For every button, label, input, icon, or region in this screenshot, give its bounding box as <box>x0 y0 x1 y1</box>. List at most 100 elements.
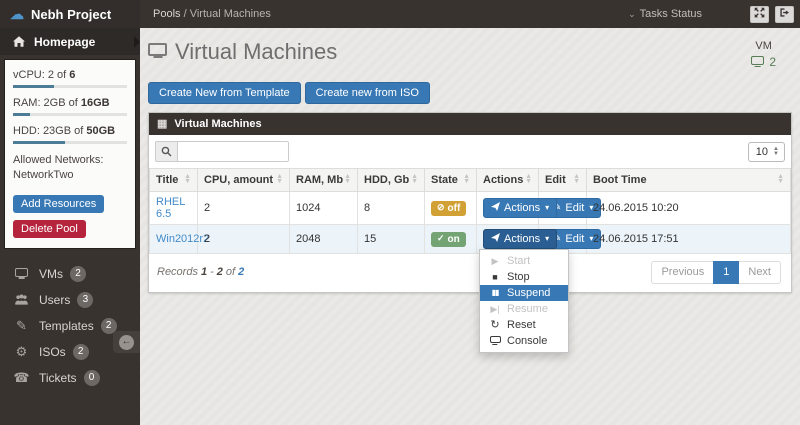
ram-stat: RAM: 2GB of 16GB <box>13 97 127 109</box>
state-badge-on: ✓on <box>431 232 466 247</box>
refresh-icon: ↻ <box>489 320 501 331</box>
logout-button[interactable] <box>775 6 794 23</box>
tickets-count-badge: 0 <box>84 370 100 386</box>
brand-name: Nebh Project <box>31 7 111 22</box>
delete-pool-button[interactable]: Delete Pool <box>13 220 86 238</box>
check-icon: ✓ <box>437 234 445 244</box>
vcpu-progress-track <box>13 85 127 88</box>
panel-header: ▦ Virtual Machines <box>149 113 791 135</box>
menu-item-suspend[interactable]: ▮▮ Suspend <box>480 285 568 301</box>
table-toolbar: 10 ▲▼ <box>149 135 791 168</box>
boot-time-cell: 24.06.2015 17:51 <box>587 225 791 254</box>
sidebar-item-label: VMs <box>39 267 63 281</box>
ram-progress-fill <box>13 113 30 116</box>
sidebar-item-label: Templates <box>39 319 94 333</box>
actions-dropdown-button-open[interactable]: Actions▾ <box>483 229 557 249</box>
step-forward-icon: ▶| <box>489 305 501 314</box>
caret-down-icon: ▾ <box>545 203 549 213</box>
column-header-ram[interactable]: ▲▼RAM, Mb <box>290 169 358 192</box>
hdd-progress-track <box>13 141 127 144</box>
page-title: Virtual Machines <box>148 39 337 65</box>
column-header-boot-time[interactable]: ▲▼Boot Time <box>587 169 791 192</box>
sidebar-item-label: ISOs <box>39 345 66 359</box>
allowed-networks-value: NetworkTwo <box>13 168 127 183</box>
actions-dropdown-button[interactable]: Actions▾ <box>483 198 557 218</box>
fullscreen-button[interactable] <box>750 6 769 23</box>
resources-card: vCPU: 2 of 6 RAM: 2GB of 16GB HDD: 23GB … <box>4 59 136 249</box>
sidebar-item-vms[interactable]: VMs 2 <box>0 261 140 287</box>
column-header-state[interactable]: ▲▼State <box>425 169 477 192</box>
sidebar-item-tickets[interactable]: ☎ Tickets 0 <box>0 365 140 391</box>
actions-dropdown-menu: ▶ Start ■ Stop ▮▮ Suspend <box>479 249 569 353</box>
sidebar-item-users[interactable]: Users 3 <box>0 287 140 313</box>
column-header-cpu[interactable]: ▲▼CPU, amount <box>198 169 290 192</box>
column-header-edit[interactable]: ▲▼Edit <box>539 169 587 192</box>
arrow-circle-left-icon: ← <box>119 335 134 350</box>
state-badge-off: ⊘off <box>431 201 466 216</box>
gears-icon: ⚙ <box>13 345 30 358</box>
tasks-status-label: Tasks Status <box>640 8 702 20</box>
send-icon <box>491 201 500 215</box>
sort-icon[interactable]: ▲▼ <box>184 175 191 184</box>
pause-icon: ▮▮ <box>489 289 501 297</box>
panel-title: Virtual Machines <box>174 118 261 130</box>
sort-icon[interactable]: ▲▼ <box>344 175 351 184</box>
home-icon <box>13 36 25 47</box>
add-resources-button[interactable]: Add Resources <box>13 195 104 213</box>
create-from-template-button[interactable]: Create New from Template <box>148 82 301 104</box>
create-from-iso-button[interactable]: Create new from ISO <box>305 82 430 104</box>
panel-footer: Records1-2of2 Previous 1 Next <box>149 254 791 291</box>
allowed-networks-label: Allowed Networks: <box>13 153 127 168</box>
sidebar-collapse-button[interactable]: ← <box>113 331 140 353</box>
sort-icon[interactable]: ▲▼ <box>777 175 784 184</box>
menu-item-resume[interactable]: ▶| Resume <box>480 301 568 317</box>
menu-item-stop[interactable]: ■ Stop <box>480 269 568 285</box>
sort-icon[interactable]: ▲▼ <box>525 175 532 184</box>
sort-icon[interactable]: ▲▼ <box>276 175 283 184</box>
table-header-row: ▲▼Title ▲▼CPU, amount ▲▼RAM, Mb ▲▼HDD, G… <box>150 169 791 192</box>
stop-icon: ■ <box>489 273 501 282</box>
monitor-icon <box>13 268 30 280</box>
top-bar: ☁ Nebh Project Pools / Virtual Machines … <box>0 0 800 28</box>
app-brand[interactable]: ☁ Nebh Project <box>0 0 140 28</box>
boot-time-cell: 24.06.2015 10:20 <box>587 192 791 225</box>
vm-title-link[interactable]: RHEL 6.5 <box>156 196 185 220</box>
column-header-actions[interactable]: ▲▼Actions <box>477 169 539 192</box>
breadcrumb-pools-link[interactable]: Pools <box>153 8 181 20</box>
active-item-notch <box>134 36 140 48</box>
pagination-previous-button[interactable]: Previous <box>651 261 713 283</box>
sort-icon[interactable]: ▲▼ <box>573 175 580 184</box>
ram-cell: 1024 <box>290 192 358 225</box>
column-header-title[interactable]: ▲▼Title <box>150 169 198 192</box>
vm-title-link[interactable]: Win2012r2 <box>156 233 209 245</box>
page-size-select[interactable]: 10 ▲▼ <box>748 142 785 162</box>
edit-pencil-icon: ✎ <box>13 319 30 332</box>
expand-arrows-icon <box>754 5 765 23</box>
spinner-arrows-icon: ▲▼ <box>773 147 779 156</box>
sidebar-item-homepage[interactable]: Homepage <box>0 28 140 55</box>
send-icon <box>491 232 500 246</box>
sort-icon[interactable]: ▲▼ <box>463 175 470 184</box>
cpu-cell: 2 <box>198 192 290 225</box>
hdd-cell: 15 <box>358 225 425 254</box>
console-monitor-icon <box>489 336 501 346</box>
menu-item-console[interactable]: Console <box>480 333 568 349</box>
column-header-hdd[interactable]: ▲▼HDD, Gb <box>358 169 425 192</box>
records-summary: Records1-2of2 <box>157 266 247 278</box>
tasks-status-dropdown[interactable]: ⌄ Tasks Status <box>628 8 702 20</box>
menu-item-start[interactable]: ▶ Start <box>480 253 568 269</box>
pagination-next-button[interactable]: Next <box>739 261 781 283</box>
search-icon <box>155 141 177 162</box>
menu-item-reset[interactable]: ↻ Reset <box>480 317 568 333</box>
table-grid-icon: ▦ <box>157 119 167 130</box>
sign-out-icon <box>779 5 790 23</box>
ban-icon: ⊘ <box>437 203 445 213</box>
page-size-value: 10 <box>756 146 768 158</box>
ram-progress-track <box>13 113 127 116</box>
pagination-page-1-button[interactable]: 1 <box>713 261 739 283</box>
search-input[interactable] <box>177 141 289 162</box>
table-row: Win2012r2 2 2048 15 ✓on Actions▾ ▶ <box>150 225 791 254</box>
vm-table: ▲▼Title ▲▼CPU, amount ▲▼RAM, Mb ▲▼HDD, G… <box>149 168 791 254</box>
sort-icon[interactable]: ▲▼ <box>411 175 418 184</box>
vcpu-progress-fill <box>13 85 54 88</box>
